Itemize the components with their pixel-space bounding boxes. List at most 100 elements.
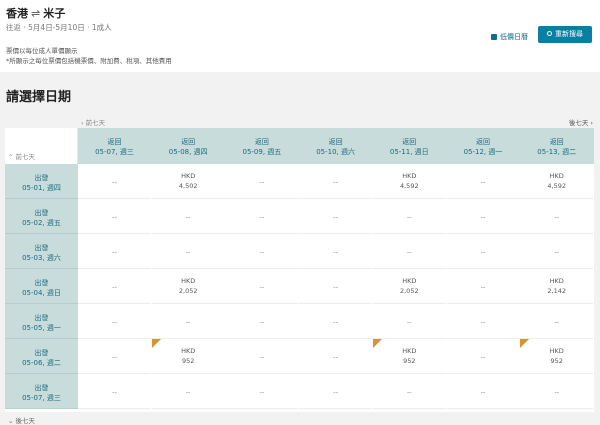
fare-cell[interactable]: HKD 4,592 (372, 164, 446, 199)
departure-label: 出發 (34, 244, 49, 252)
no-fare-text: -- (259, 283, 265, 291)
unavailable-fare-cell: -- (372, 234, 446, 269)
no-fare-text: -- (112, 318, 117, 326)
unavailable-fare-cell: -- (299, 269, 373, 304)
return-date-header: 返回 05-08, 週四 (152, 128, 225, 164)
next-departure-week-button[interactable]: ⌄ 後七天 (8, 415, 35, 425)
no-fare-text: -- (333, 388, 338, 396)
return-label: 返回 (476, 138, 490, 146)
destination-city: 米子 (43, 7, 66, 20)
departure-date: 05-05, 週一 (22, 324, 61, 332)
no-fare-text: -- (480, 178, 486, 186)
departure-label: 出發 (34, 314, 49, 322)
return-date-header: 返回 05-11, 週日 (373, 128, 446, 164)
modify-search-label: 重新搜尋 (555, 30, 583, 38)
return-date: 05-09, 週五 (242, 148, 282, 156)
return-label: 返回 (328, 138, 343, 146)
departure-label: 出發 (34, 384, 49, 392)
unavailable-fare-cell: -- (151, 304, 225, 339)
trip-details: 往返 · 5月4日-5月10日 · 1成人 (6, 23, 112, 32)
fare-cell[interactable]: HKD 2,052 (372, 269, 446, 304)
unavailable-fare-cell: -- (151, 199, 225, 234)
previous-week-button[interactable]: ‹ 前七天 (81, 117, 105, 127)
unavailable-fare-cell: -- (446, 304, 520, 339)
unavailable-fare-cell: -- (446, 234, 520, 269)
fare-cell[interactable]: HKD 4,592 (520, 164, 594, 199)
return-label: 返回 (549, 138, 564, 146)
fare-amount: 2,142 (547, 287, 566, 295)
search-icon (547, 31, 552, 36)
fare-cell[interactable]: HKD 952 (372, 339, 446, 374)
departure-date-header: 出發 05-06, 週二 (5, 339, 78, 374)
departure-label: 出發 (34, 174, 49, 182)
no-fare-text: -- (333, 353, 338, 361)
no-fare-text: -- (333, 213, 338, 221)
unavailable-fare-cell: -- (372, 199, 446, 234)
unavailable-fare-cell: -- (446, 199, 520, 234)
no-fare-text: -- (259, 353, 265, 361)
unavailable-fare-cell: -- (78, 234, 151, 269)
modify-search-button[interactable]: 重新搜尋 (538, 26, 592, 43)
swap-icon: ⇌ (31, 7, 41, 20)
no-fare-text: -- (259, 248, 265, 256)
origin-city: 香港 (6, 7, 28, 20)
unavailable-fare-cell: -- (446, 374, 520, 409)
page-title: 請選擇日期 (6, 90, 72, 105)
next-week-button[interactable]: 後七天 › (569, 117, 593, 127)
no-fare-text: -- (480, 388, 486, 396)
no-fare-text: -- (112, 178, 117, 186)
no-fare-text: -- (185, 318, 191, 326)
return-label: 返回 (107, 138, 122, 146)
unavailable-fare-cell: -- (446, 269, 520, 304)
fare-cell[interactable]: HKD 4,502 (151, 164, 225, 199)
return-date-header: 返回 05-13, 週二 (520, 128, 593, 164)
no-fare-text: -- (333, 283, 338, 291)
return-date: 05-13, 週二 (537, 148, 577, 156)
no-fare-text: -- (259, 388, 265, 396)
unavailable-fare-cell: -- (299, 374, 373, 409)
fare-amount: 2,052 (178, 287, 198, 295)
fare-note: 票價以每位成人單價顯示 (6, 47, 78, 55)
no-fare-text: -- (554, 213, 560, 221)
fare-currency: HKD (402, 172, 417, 180)
no-fare-text: -- (480, 213, 486, 221)
unavailable-fare-cell: -- (225, 164, 299, 199)
low-fare-calendar-link[interactable]: 低價日曆 (491, 32, 528, 42)
unavailable-fare-cell: -- (446, 164, 520, 199)
fare-disclaimer: *所顯示之每位票價包括機票價、附加費、稅項、其他費用 (6, 57, 172, 65)
no-fare-text: -- (112, 388, 117, 396)
fare-cell[interactable]: HKD 952 (151, 339, 225, 374)
return-date-header: 返回 05-09, 週五 (225, 128, 298, 164)
no-fare-text: -- (333, 178, 338, 186)
fare-cell[interactable]: HKD 2,142 (520, 269, 594, 304)
departure-label: 出發 (34, 209, 49, 217)
departure-label: 出發 (34, 349, 49, 357)
departure-date-header: 出發 05-04, 週日 (5, 269, 78, 304)
departure-date-header: 出發 05-03, 週六 (5, 234, 78, 269)
unavailable-fare-cell: -- (299, 234, 373, 269)
unavailable-fare-cell: -- (446, 339, 520, 374)
departure-date: 05-02, 週五 (22, 219, 61, 227)
fare-cell[interactable]: HKD 952 (520, 339, 594, 374)
no-fare-text: -- (554, 388, 560, 396)
no-fare-text: -- (554, 318, 560, 326)
fare-currency: HKD (181, 277, 196, 285)
unavailable-fare-cell: -- (78, 199, 151, 234)
unavailable-fare-cell: -- (78, 164, 151, 199)
no-fare-text: -- (333, 318, 338, 326)
unavailable-fare-cell: -- (225, 304, 299, 339)
previous-departure-week-button[interactable]: ⌃ 前七天 (8, 151, 35, 161)
unavailable-fare-cell: -- (520, 234, 594, 269)
unavailable-fare-cell: -- (78, 374, 151, 409)
unavailable-fare-cell: -- (299, 304, 373, 339)
fare-amount: 952 (550, 357, 563, 365)
return-date: 05-11, 週日 (389, 148, 429, 156)
fare-amount: 952 (181, 357, 195, 365)
no-fare-text: -- (112, 213, 117, 221)
fare-cell[interactable]: HKD 2,052 (151, 269, 225, 304)
return-date: 05-10, 週六 (316, 148, 355, 156)
route-title: 香港 ⇌ 米子 (6, 5, 65, 21)
grid-corner: ⌃ 前七天 (5, 128, 78, 164)
no-fare-text: -- (185, 388, 191, 396)
return-date-header: 返回 05-12, 週一 (447, 128, 520, 164)
